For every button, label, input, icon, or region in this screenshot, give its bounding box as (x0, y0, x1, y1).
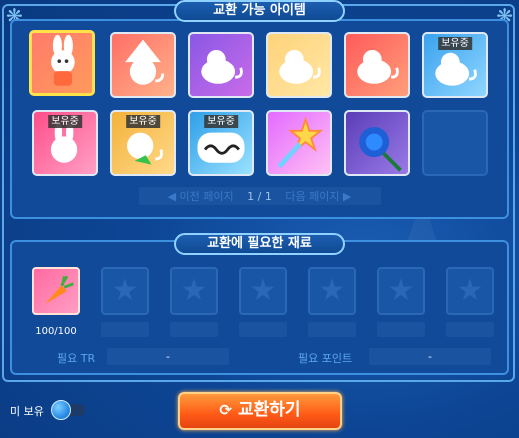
material-count-empty (377, 322, 425, 337)
material-slot-carrot[interactable] (32, 267, 80, 315)
star-wand-icon (277, 116, 324, 169)
pager: ◀ 이전 페이지 1 / 1 다음 페이지 ▶ (0, 187, 519, 205)
required-tr-value: - (107, 348, 229, 365)
item-slot-cat-wizard-hat[interactable] (110, 32, 176, 98)
exchange-button[interactable]: ⟳ 교환하기 (178, 392, 342, 430)
material-slot-empty: ★ (101, 267, 149, 315)
material-slot-empty: ★ (377, 267, 425, 315)
item-slot-empty (422, 110, 488, 176)
item-slot-cat-gold[interactable] (266, 32, 332, 98)
cat-red-icon (357, 49, 399, 84)
item-slot-cat-balloon[interactable]: 보유중 (188, 110, 254, 176)
blue-rose-icon (359, 127, 402, 172)
item-slot-cat-blue[interactable]: 보유중 (422, 32, 488, 98)
bunny-costume-icon (51, 34, 75, 86)
material-slot-empty: ★ (308, 267, 356, 315)
unowned-toggle-label: 미 보유 (10, 405, 44, 418)
item-slot-cat-green[interactable]: 보유중 (110, 110, 176, 176)
materials-panel-title: 교환에 필요한 재료 (174, 233, 345, 255)
star-placeholder-icon: ★ (318, 273, 346, 308)
owned-badge: 보유중 (438, 37, 472, 50)
toggle-knob[interactable] (51, 400, 71, 420)
page-indicator: 1 / 1 (247, 190, 272, 203)
material-slot-empty: ★ (170, 267, 218, 315)
material-count-empty (308, 322, 356, 337)
material-count-empty (170, 322, 218, 337)
item-slot-bunny-pink[interactable]: 보유중 (32, 110, 98, 176)
material-count-empty (101, 322, 149, 337)
required-tr-label: 필요 TR (57, 352, 96, 365)
cat-purple-icon (201, 49, 243, 84)
owned-badge: 보유중 (48, 115, 82, 128)
material-slot-empty: ★ (239, 267, 287, 315)
required-points-value: - (369, 348, 491, 365)
item-slot-cat-purple[interactable] (188, 32, 254, 98)
star-placeholder-icon: ★ (387, 273, 415, 308)
refresh-icon: ⟳ (219, 401, 232, 419)
next-page-button[interactable]: 다음 페이지 ▶ (285, 188, 351, 204)
star-placeholder-icon: ★ (111, 273, 139, 308)
star-placeholder-icon: ★ (249, 273, 277, 308)
owned-badge: 보유중 (126, 115, 160, 128)
star-placeholder-icon: ★ (180, 273, 208, 308)
prev-page-button[interactable]: ◀ 이전 페이지 (168, 188, 234, 204)
item-slot-bunny-costume[interactable] (29, 30, 95, 96)
material-count: 100/100 (35, 326, 77, 337)
item-slot-blue-rose[interactable] (344, 110, 410, 176)
material-count-empty (446, 322, 494, 337)
items-panel-title: 교환 가능 아이템 (174, 0, 345, 22)
required-points-label: 필요 포인트 (298, 352, 353, 365)
item-slot-cat-red[interactable] (344, 32, 410, 98)
star-placeholder-icon: ★ (456, 273, 484, 308)
item-slot-star-wand[interactable] (266, 110, 332, 176)
owned-badge: 보유중 (204, 115, 238, 128)
cat-gold-icon (279, 49, 321, 84)
material-slot-empty: ★ (446, 267, 494, 315)
material-count-empty (239, 322, 287, 337)
carrot-icon (45, 275, 74, 304)
exchange-button-label: 교환하기 (238, 400, 301, 420)
cat-wizard-icon (125, 39, 165, 85)
